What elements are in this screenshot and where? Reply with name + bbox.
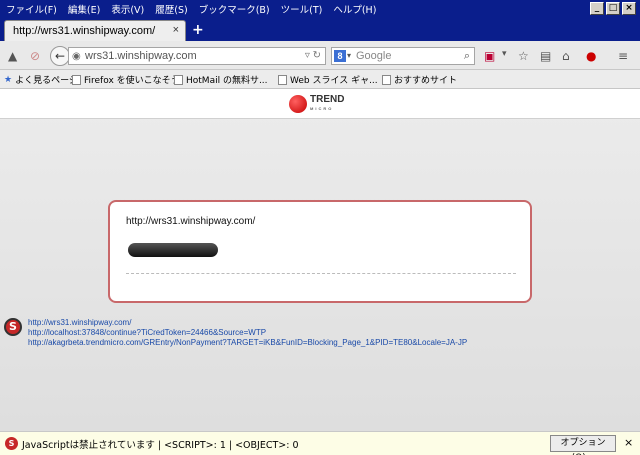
new-tab-button[interactable]: + xyxy=(192,22,204,38)
trend-logo-icon xyxy=(289,95,307,113)
bookmark-recommended[interactable]: おすすめサイト xyxy=(382,73,457,86)
home-icon[interactable]: ⌂ xyxy=(562,49,570,63)
page-icon xyxy=(72,74,81,85)
divider xyxy=(126,273,516,274)
menu-file[interactable]: ファイル(F) xyxy=(6,2,57,16)
link-item[interactable]: http://wrs31.winshipway.com/ xyxy=(28,318,467,328)
options-button[interactable]: オプション(O)... xyxy=(550,435,616,455)
dropdown-icon[interactable]: ▾ xyxy=(502,49,507,59)
logo-sub: MICRO xyxy=(310,106,334,111)
logo-text: TREND MICRO xyxy=(310,95,344,113)
url-text: wrs31.winshipway.com xyxy=(85,50,197,62)
search-bar[interactable]: 8 ▾ Google ⌕ xyxy=(331,47,475,65)
tab-title: http://wrs31.winshipway.com/ xyxy=(13,25,156,37)
menu-edit[interactable]: 編集(E) xyxy=(68,2,100,16)
addon-icon[interactable]: ▣ xyxy=(484,49,495,63)
link-list: http://wrs31.winshipway.com/ http://loca… xyxy=(28,318,467,348)
link-item[interactable]: http://akagrbeta.trendmicro.com/GREntry/… xyxy=(28,338,467,348)
noscript-status-bar: S JavaScriptは禁止されています | <SCRIPT>: 1 | <O… xyxy=(0,431,640,455)
brand-header: TREND MICRO xyxy=(0,89,640,119)
progress-bar xyxy=(128,243,218,257)
trend-toolbar-icon[interactable]: ● xyxy=(586,49,596,63)
tab-active[interactable]: http://wrs31.winshipway.com/ × xyxy=(4,20,186,41)
menu-help[interactable]: ヘルプ(H) xyxy=(333,2,376,16)
navigation-bar: ▲ ⊘ ← ◉ wrs31.winshipway.com ▿ ↻ 8 ▾ Goo… xyxy=(0,41,640,70)
reload-icon[interactable]: ▿ ↻ xyxy=(305,48,321,64)
blocked-url-text: http://wrs31.winshipway.com/ xyxy=(126,216,256,227)
close-icon[interactable]: × xyxy=(624,436,633,449)
menu-list: ファイル(F) 編集(E) 表示(V) 履歴(S) ブックマーク(B) ツール(… xyxy=(0,2,387,16)
minimize-button[interactable]: _ xyxy=(590,2,604,15)
page-icon xyxy=(382,74,391,85)
bookmark-webslice[interactable]: Web スライス ギャ... xyxy=(278,73,378,86)
bookmark-firefox[interactable]: Firefox を使いこなそう xyxy=(72,73,180,86)
noscript-icon[interactable]: ⊘ xyxy=(30,49,40,63)
trend-micro-logo: TREND MICRO xyxy=(289,95,344,113)
url-bar[interactable]: ◉ wrs31.winshipway.com ▿ ↻ xyxy=(68,47,326,65)
maximize-button[interactable]: □ xyxy=(606,2,620,15)
noscript-logo-icon: S xyxy=(4,318,22,336)
bookmark-star-icon: ★ xyxy=(4,74,13,85)
tab-strip: http://wrs31.winshipway.com/ × + xyxy=(0,18,640,41)
bookmark-label: Web スライス ギャ... xyxy=(290,76,378,86)
bookmark-label: Firefox を使いこなそう xyxy=(84,76,180,86)
search-engine-dropdown-icon[interactable]: ▾ xyxy=(347,48,351,64)
bookmark-label: おすすめサイト xyxy=(394,76,458,86)
close-window-button[interactable]: × xyxy=(622,2,636,15)
hamburger-menu-icon[interactable]: ≡ xyxy=(618,49,628,63)
clipboard-icon[interactable]: ▤ xyxy=(540,49,551,63)
panorama-icon[interactable]: ▲ xyxy=(8,49,17,63)
menu-bookmarks[interactable]: ブックマーク(B) xyxy=(199,2,270,16)
noscript-icon: S xyxy=(5,437,18,450)
menu-bar: ファイル(F) 編集(E) 表示(V) 履歴(S) ブックマーク(B) ツール(… xyxy=(0,0,640,18)
search-placeholder: Google xyxy=(356,50,392,62)
bookmark-hotmail[interactable]: HotMail の無料サ... xyxy=(174,73,268,86)
bookmark-label: HotMail の無料サ... xyxy=(186,76,268,86)
menu-tools[interactable]: ツール(T) xyxy=(281,2,323,16)
status-text: JavaScriptは禁止されています | <SCRIPT>: 1 | <OBJ… xyxy=(22,440,299,451)
back-button[interactable]: ← xyxy=(50,46,70,66)
bookmark-label: よく見るページ xyxy=(15,76,78,86)
globe-icon: ◉ xyxy=(72,51,81,62)
menu-view[interactable]: 表示(V) xyxy=(111,2,144,16)
link-item[interactable]: http://localhost:37848/continue?TiCredTo… xyxy=(28,328,467,338)
blocked-url-card: http://wrs31.winshipway.com/ xyxy=(108,200,532,303)
menu-history[interactable]: 履歴(S) xyxy=(155,2,187,16)
search-engine-icon[interactable]: 8 xyxy=(334,50,346,62)
star-icon[interactable]: ☆ xyxy=(518,49,529,63)
search-icon[interactable]: ⌕ xyxy=(464,48,470,64)
bookmark-most-visited[interactable]: ★ よく見るページ xyxy=(4,73,78,87)
window-controls: _ □ × xyxy=(590,2,636,15)
bookmarks-bar: ★ よく見るページ Firefox を使いこなそう HotMail の無料サ..… xyxy=(0,70,640,89)
tab-close-icon[interactable]: × xyxy=(173,24,179,36)
page-icon xyxy=(174,74,183,85)
page-icon xyxy=(278,74,287,85)
page-content: TREND MICRO http://wrs31.winshipway.com/… xyxy=(0,89,640,431)
